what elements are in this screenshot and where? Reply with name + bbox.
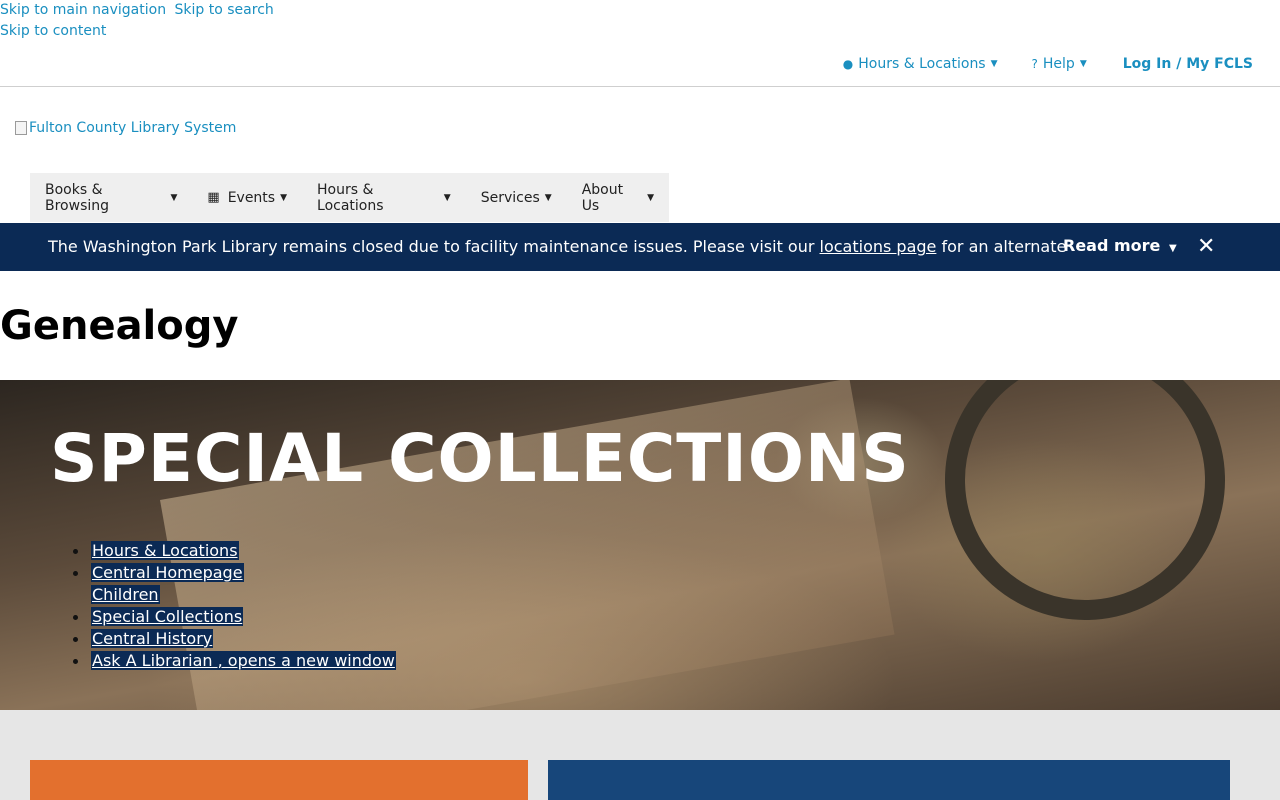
nav-label: Hours & Locations [317,181,384,214]
list-item: Central History [73,628,396,650]
hero-background-magnifier [905,380,1265,660]
feature-card-blue[interactable] [548,760,1230,800]
skip-to-main-nav-link[interactable]: Skip to main navigation [0,2,166,18]
hero-link-central-history[interactable]: Central History [91,629,214,648]
skip-links: Skip to main navigation Skip to search [0,0,278,20]
nav-about-us[interactable]: About Us ▼ [567,173,669,222]
nav-label: Events [227,189,276,206]
calendar-icon: ▦ [207,190,220,205]
hero-link-special-collections[interactable]: Special Collections [91,607,244,626]
utility-hours-locations-label: Hours & Locations [858,56,986,72]
hero-link-children[interactable]: Children [91,585,160,604]
hero-link-central-homepage[interactable]: Central Homepage [91,563,244,582]
nav-label: Services [480,189,540,206]
alert-banner: The Washington Park Library remains clos… [0,223,1280,271]
alert-message: The Washington Park Library remains clos… [48,237,1066,256]
main-nav: Books & Browsing ▼ ▦ Events ▼ Hours & Lo… [30,173,669,222]
logo-alt-text: Fulton County Library System [29,120,237,136]
chevron-down-icon: ▼ [280,192,288,203]
page-title: Genealogy [0,303,239,349]
read-more-button[interactable]: Read more ▼ [1063,236,1177,255]
nav-books-browsing[interactable]: Books & Browsing ▼ [30,173,192,222]
utility-help-label: Help [1042,56,1075,72]
hero-link-hours-locations[interactable]: Hours & Locations [91,541,239,560]
close-icon[interactable]: ✕ [1197,234,1215,259]
question-circle-icon: ? [1031,57,1038,71]
read-more-label: Read more [1063,236,1161,255]
skip-to-content-link[interactable]: Skip to content [0,23,106,39]
feature-card-orange[interactable] [30,760,528,800]
login-link[interactable]: Log In / My FCLS [1123,56,1253,72]
list-item: Ask A Librarian , opens a new window [73,650,396,672]
list-item: Hours & Locations [73,540,396,562]
list-item: Children [91,584,396,606]
utility-nav: ● Hours & Locations ▼ ? Help ▼ Log In / … [809,52,1253,76]
list-item: Special Collections [73,606,396,628]
nav-label: Books & Browsing [45,181,110,214]
locations-page-link[interactable]: locations page [820,237,937,256]
hero-link-ask-a-librarian[interactable]: Ask A Librarian , opens a new window [91,651,396,670]
chevron-down-icon: ▼ [1079,59,1087,69]
chevron-down-icon: ▼ [990,59,998,69]
utility-help[interactable]: ? Help ▼ [1032,56,1087,72]
utility-hours-locations[interactable]: ● Hours & Locations ▼ [843,56,998,72]
chevron-down-icon: ▼ [647,192,654,203]
chevron-down-icon: ▼ [443,192,451,203]
hero-banner: SPECIAL COLLECTIONS Hours & Locations Ce… [0,380,1280,710]
nav-services[interactable]: Services ▼ [466,173,567,222]
nav-hours-locations[interactable]: Hours & Locations ▼ [302,173,466,222]
list-item: Central Homepage [73,562,396,584]
chevron-down-icon: ▼ [1168,243,1177,254]
nav-events[interactable]: ▦ Events ▼ [192,173,302,222]
skip-links-2: Skip to content [0,21,110,41]
alert-message-text: The Washington Park Library remains clos… [48,237,820,256]
header-divider [0,86,1280,87]
map-marker-icon: ● [842,57,854,71]
nav-label: About Us [581,181,624,214]
alert-message-tail: for an alternate [936,237,1067,256]
skip-to-search-link[interactable]: Skip to search [175,2,274,18]
chevron-down-icon: ▼ [170,192,178,203]
site-logo[interactable]: Fulton County Library System [15,120,236,136]
broken-image-icon [15,121,27,135]
hero-heading: SPECIAL COLLECTIONS [50,420,910,497]
hero-link-list: Hours & Locations Central Homepage Child… [50,540,396,672]
chevron-down-icon: ▼ [544,192,552,203]
